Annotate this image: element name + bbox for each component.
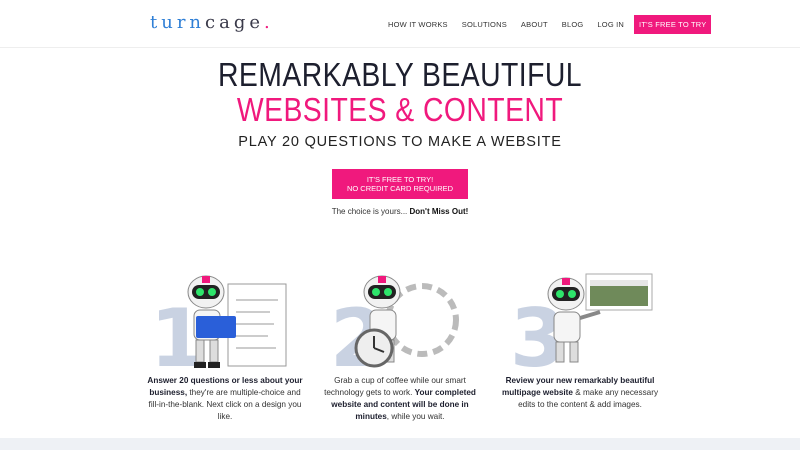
free-trial-button[interactable]: IT'S FREE TO TRY! NO CREDIT CARD REQUIRE… xyxy=(332,169,468,199)
step-3-illustration: 3 xyxy=(510,272,680,385)
nav-solutions[interactable]: SOLUTIONS xyxy=(462,20,507,29)
hero-section: REMARKABLY BEAUTIFUL WEBSITES & CONTENT … xyxy=(0,56,800,151)
logo-text-turn: turn xyxy=(150,12,206,33)
nav-free-trial-button[interactable]: IT'S FREE TO TRY xyxy=(634,15,712,34)
logo-text-cage: cage xyxy=(205,12,265,33)
hero-headline-line1: REMARKABLY BEAUTIFUL xyxy=(218,56,582,93)
main-menu: HOW IT WORKS SOLUTIONS ABOUT BLOG LOG IN… xyxy=(388,15,712,34)
top-navigation: turncage. HOW IT WORKS SOLUTIONS ABOUT B… xyxy=(0,0,800,48)
step-1-caption: Answer 20 questions or less about your b… xyxy=(145,375,305,423)
choice-text-bold: Don't Miss Out! xyxy=(409,207,469,216)
robot-laptop-icon xyxy=(187,275,287,368)
choice-text: The choice is yours... Don't Miss Out! xyxy=(0,207,800,216)
hero-subtitle: PLAY 20 QUESTIONS TO MAKE A WEBSITE xyxy=(238,134,562,150)
free-trial-button-line2: NO CREDIT CARD REQUIRED xyxy=(346,184,454,193)
hero-headline-line2: WEBSITES & CONTENT xyxy=(236,91,564,128)
robot-website-icon xyxy=(547,273,653,363)
robot-clock-icon xyxy=(354,275,459,368)
step-2-caption: Grab a cup of coffee while our smart tec… xyxy=(320,375,480,423)
nav-blog[interactable]: BLOG xyxy=(562,20,584,29)
choice-text-lead: The choice is yours... xyxy=(331,207,410,216)
nav-about[interactable]: ABOUT xyxy=(521,20,548,29)
turncage-logo[interactable]: turncage. xyxy=(150,12,274,33)
step-3-caption: Review your new remarkably beautiful mul… xyxy=(500,375,660,411)
free-trial-button-line1: IT'S FREE TO TRY! xyxy=(366,175,434,184)
nav-how-it-works[interactable]: HOW IT WORKS xyxy=(388,20,448,29)
step-1-illustration: 1 xyxy=(150,272,320,385)
footer-strip xyxy=(0,438,800,450)
step-2-illustration: 2 xyxy=(330,272,500,385)
nav-log-in[interactable]: LOG IN xyxy=(597,20,624,29)
logo-dot: . xyxy=(264,12,274,33)
step-2-caption-text-2: , while you wait. xyxy=(386,412,445,421)
